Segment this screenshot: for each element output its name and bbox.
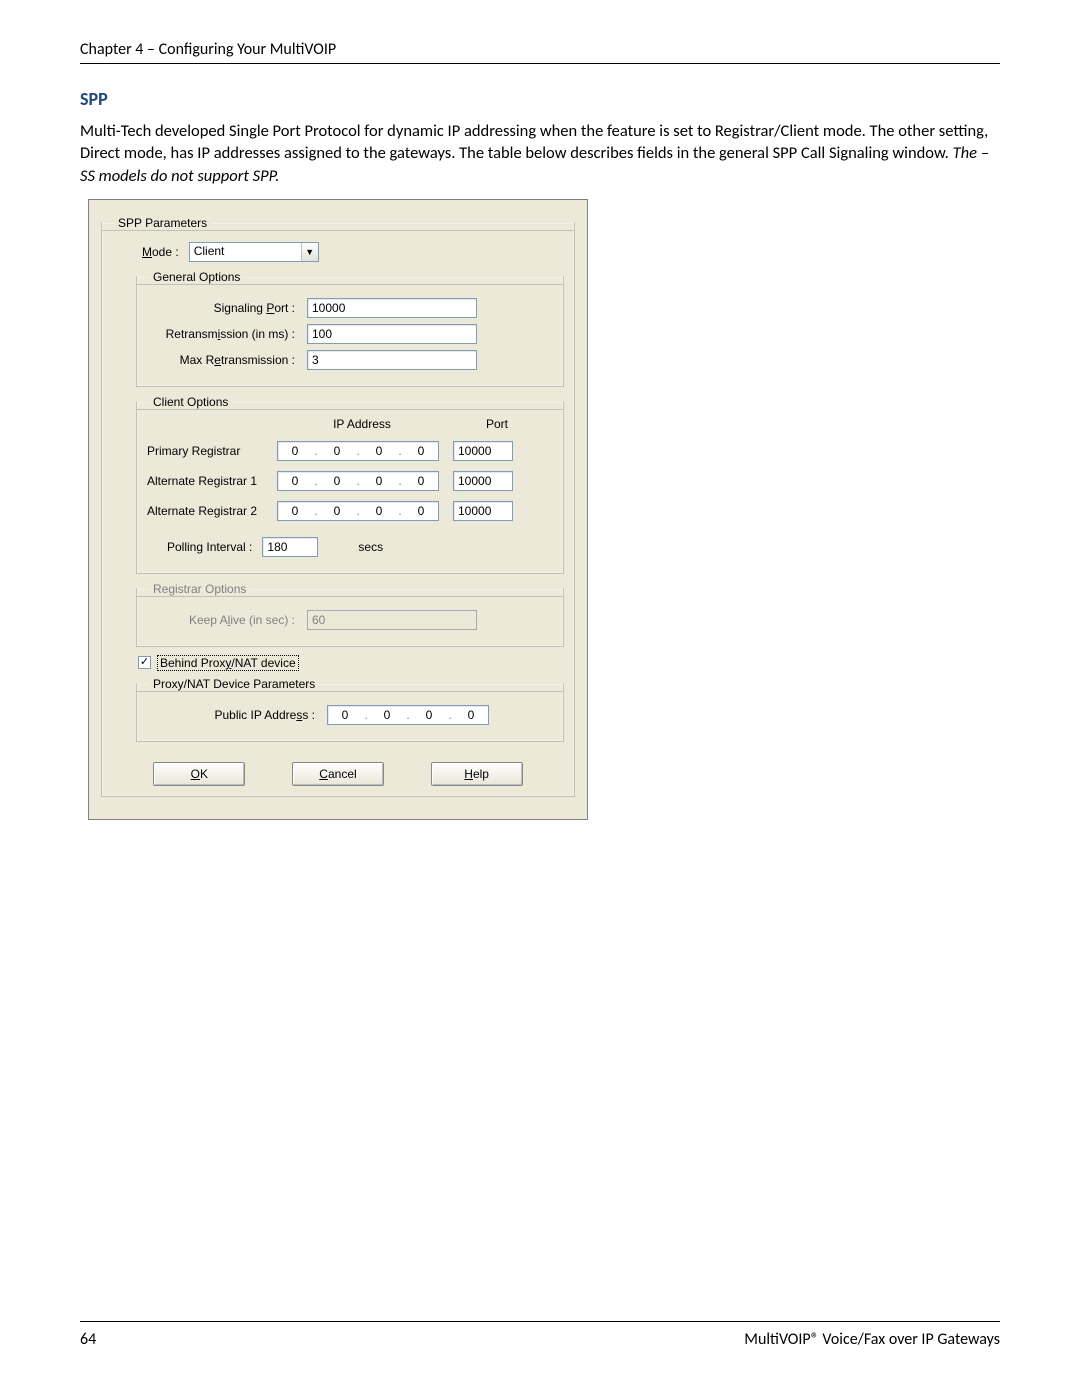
primary-registrar-ip[interactable]: . . .: [277, 441, 439, 461]
mode-label-u: M: [142, 245, 152, 259]
ip-octet[interactable]: [404, 442, 438, 460]
t: H: [464, 767, 473, 781]
primary-registrar-label: Primary Registrar: [147, 444, 277, 458]
public-ip-input[interactable]: . . .: [327, 705, 489, 725]
ip-octet[interactable]: [328, 706, 362, 724]
cancel-button[interactable]: Cancel: [292, 762, 384, 786]
mode-dropdown[interactable]: Client ▼: [189, 242, 319, 262]
behind-proxy-label[interactable]: Behind Proxy/NAT device: [157, 655, 299, 671]
ip-octet[interactable]: [404, 502, 438, 520]
alt-registrar-1-port[interactable]: [453, 471, 513, 491]
dialog-buttons: OK Cancel Help: [112, 762, 564, 786]
ip-octet[interactable]: [362, 502, 396, 520]
ip-octet[interactable]: [412, 706, 446, 724]
alt-registrar-2-port[interactable]: [453, 501, 513, 521]
polling-interval-unit: secs: [358, 540, 383, 554]
t: C: [319, 767, 328, 781]
behind-proxy-checkbox[interactable]: ✓: [138, 656, 151, 669]
polling-interval-input[interactable]: [262, 537, 318, 557]
ip-octet[interactable]: [320, 442, 354, 460]
retransmission-label: Retransmission (in ms) :: [147, 327, 307, 341]
t: Public IP Addre: [214, 708, 296, 722]
primary-registrar-port[interactable]: [453, 441, 513, 461]
keep-alive-label: Keep Alive (in sec) :: [147, 613, 307, 627]
help-button[interactable]: Help: [431, 762, 523, 786]
general-options-group: General Options Signaling Port : Retrans…: [136, 270, 564, 387]
chevron-down-icon[interactable]: ▼: [301, 243, 318, 261]
alt-registrar-1-row: Alternate Registrar 1 . . .: [147, 471, 553, 491]
mode-dropdown-value: Client: [190, 243, 301, 261]
t: ancel: [328, 767, 357, 781]
retransmission-input[interactable]: [307, 324, 477, 344]
proxy-nat-legend: Proxy/NAT Device Parameters: [149, 677, 319, 691]
alt-registrar-2-label: Alternate Registrar 2: [147, 504, 277, 518]
behind-proxy-checkbox-row: ✓ Behind Proxy/NAT device: [138, 655, 564, 671]
t: ort :: [274, 301, 295, 315]
spp-dialog: SPP Parameters Mode : Client ▼ General O…: [88, 199, 588, 820]
t: elp: [473, 767, 489, 781]
paragraph-text: Multi-Tech developed Single Port Protoco…: [80, 121, 988, 163]
alt-registrar-2-ip[interactable]: . . .: [277, 501, 439, 521]
mode-row: Mode : Client ▼: [142, 242, 564, 262]
ip-octet[interactable]: [320, 472, 354, 490]
primary-registrar-row: Primary Registrar . . .: [147, 441, 553, 461]
ip-octet[interactable]: [362, 442, 396, 460]
signaling-port-input[interactable]: [307, 298, 477, 318]
book-title: MultiVOIP® Voice/Fax over IP Gateways: [744, 1330, 1000, 1349]
alt-registrar-2-row: Alternate Registrar 2 . . .: [147, 501, 553, 521]
max-retransmission-label: Max Retransmission :: [147, 353, 307, 367]
spp-parameters-legend: SPP Parameters: [114, 216, 211, 230]
t: transmission :: [221, 353, 295, 367]
ip-octet[interactable]: [320, 502, 354, 520]
client-options-group: Client Options IP Address Port Primary R…: [136, 395, 564, 574]
t: Signaling: [214, 301, 267, 315]
section-paragraph: Multi-Tech developed Single Port Protoco…: [80, 120, 1000, 187]
alt-registrar-1-label: Alternate Registrar 1: [147, 474, 277, 488]
t: s :: [302, 708, 315, 722]
t: Retransm: [166, 327, 218, 341]
ip-octet[interactable]: [362, 472, 396, 490]
ip-octet[interactable]: [278, 472, 312, 490]
page-footer: 64 MultiVOIP® Voice/Fax over IP Gateways: [80, 1321, 1000, 1349]
ip-octet[interactable]: [278, 442, 312, 460]
t: K: [200, 767, 208, 781]
client-column-headers: IP Address Port: [147, 417, 553, 431]
ok-button[interactable]: OK: [153, 762, 245, 786]
mode-label: Mode :: [142, 245, 179, 259]
page-number: 64: [80, 1330, 96, 1349]
ip-octet[interactable]: [454, 706, 488, 724]
registrar-options-legend: Registrar Options: [149, 582, 250, 596]
registrar-options-group: Registrar Options Keep Alive (in sec) :: [136, 582, 564, 647]
section-title: SPP: [80, 88, 1000, 110]
general-options-legend: General Options: [149, 270, 244, 284]
t: Keep A: [189, 613, 228, 627]
t: e: [214, 353, 221, 367]
ip-octet[interactable]: [278, 502, 312, 520]
alt-registrar-1-ip[interactable]: . . .: [277, 471, 439, 491]
chapter-header: Chapter 4 – Configuring Your MultiVOIP: [80, 40, 1000, 64]
signaling-port-label: Signaling Port :: [147, 301, 307, 315]
mode-label-post: ode :: [152, 245, 179, 259]
ip-octet[interactable]: [370, 706, 404, 724]
proxy-nat-group: Proxy/NAT Device Parameters Public IP Ad…: [136, 677, 564, 742]
client-options-legend: Client Options: [149, 395, 232, 409]
ip-address-header: IP Address: [277, 417, 447, 431]
t: /NAT device: [231, 656, 295, 670]
t: ive (in sec) :: [230, 613, 295, 627]
polling-interval-label: Polling Interval :: [167, 540, 252, 554]
polling-interval-row: Polling Interval : secs: [167, 537, 553, 557]
max-retransmission-input[interactable]: [307, 350, 477, 370]
spp-parameters-group: SPP Parameters Mode : Client ▼ General O…: [101, 216, 575, 797]
ip-octet[interactable]: [404, 472, 438, 490]
public-ip-label: Public IP Address :: [147, 708, 327, 722]
t: ssion (in ms) :: [220, 327, 295, 341]
t: Max R: [180, 353, 215, 367]
t: O: [191, 767, 200, 781]
port-header: Port: [461, 417, 533, 431]
t: Behind Prox: [160, 656, 225, 670]
keep-alive-input: [307, 610, 477, 630]
